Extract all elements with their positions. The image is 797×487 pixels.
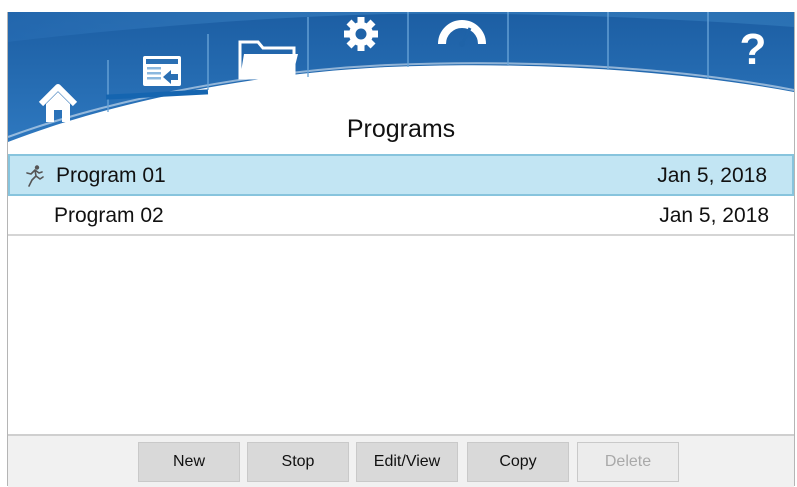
- nav-gauge-button[interactable]: [418, 12, 518, 67]
- nav-program-list-button[interactable]: [116, 32, 216, 112]
- gear-icon: [344, 17, 378, 51]
- running-icon: [26, 165, 44, 187]
- program-row[interactable]: Program 01 Jan 5, 2018: [8, 154, 794, 196]
- edit-view-button[interactable]: Edit/View: [356, 442, 458, 482]
- help-icon: ?: [740, 25, 767, 74]
- delete-button[interactable]: Delete: [577, 442, 679, 482]
- program-date: Jan 5, 2018: [659, 204, 769, 227]
- help-glyph: ?: [740, 25, 767, 74]
- gauge-icon: [438, 20, 486, 47]
- page-title: Programs: [346, 115, 456, 143]
- action-toolbar: New Stop Edit/View Copy Delete: [8, 434, 794, 487]
- nav-help-button[interactable]: ?: [698, 12, 797, 82]
- program-name: Program 02: [54, 204, 164, 227]
- nav-folder-button[interactable]: [218, 20, 318, 95]
- copy-button[interactable]: Copy: [467, 442, 569, 482]
- program-row[interactable]: Program 02 Jan 5, 2018: [8, 196, 794, 236]
- new-button[interactable]: New: [138, 442, 240, 482]
- program-date: Jan 5, 2018: [657, 164, 767, 187]
- nav-settings-button[interactable]: [318, 12, 418, 72]
- folder-icon: [238, 40, 298, 80]
- program-name: Program 01: [56, 164, 166, 187]
- stop-button[interactable]: Stop: [247, 442, 349, 482]
- program-list: Program 01 Jan 5, 2018 Program 02 Jan 5,…: [8, 154, 794, 236]
- programs-screen: ? Programs Program 01 Jan 5, 2018 Progra…: [0, 0, 797, 487]
- program-list-icon: [143, 56, 181, 86]
